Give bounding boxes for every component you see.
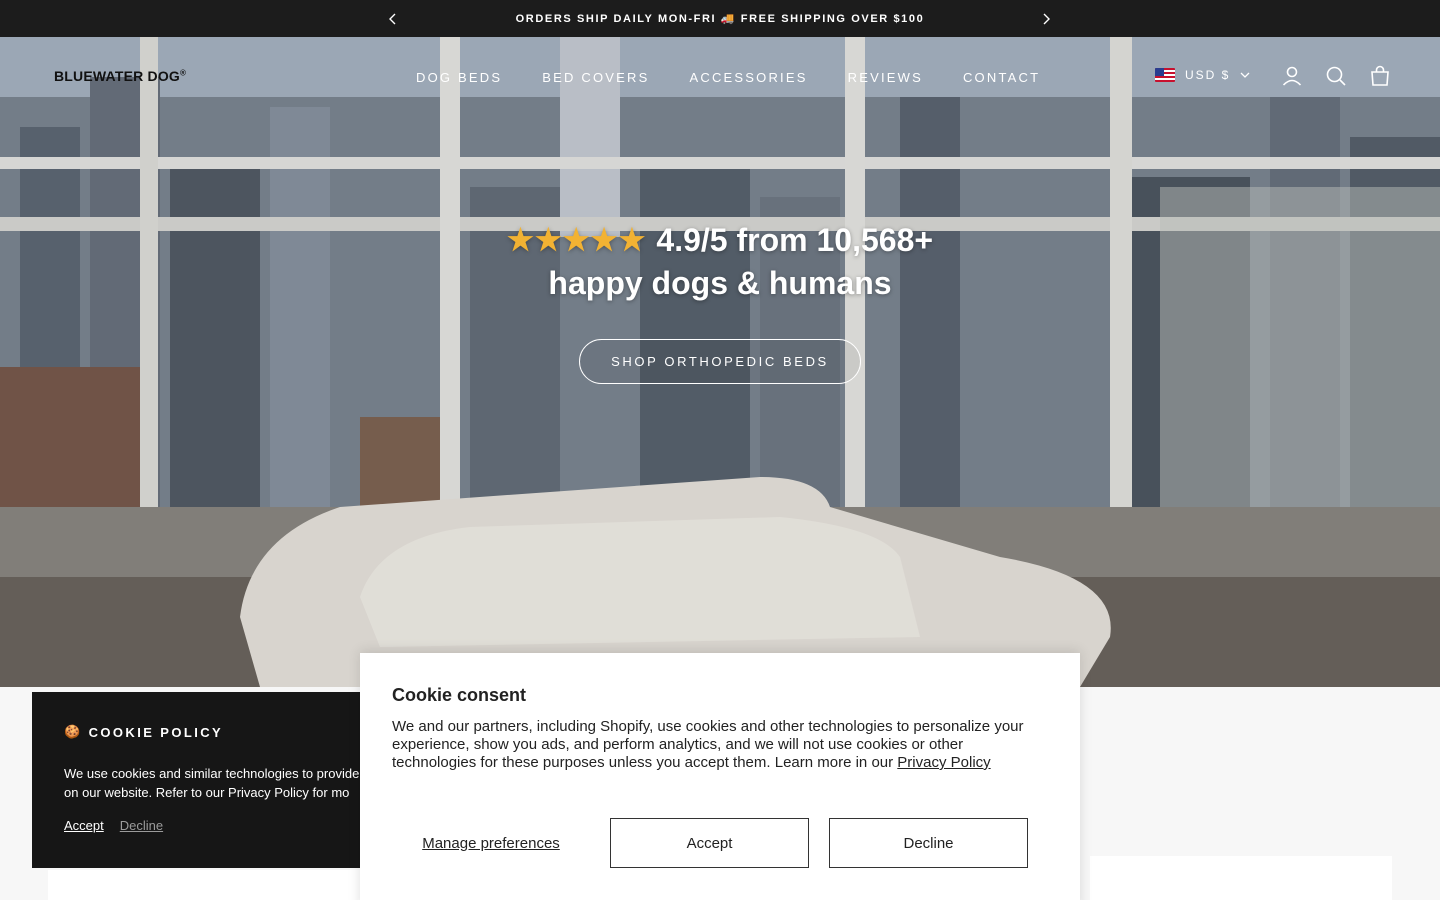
nav-accessories[interactable]: ACCESSORIES: [689, 70, 807, 85]
privacy-policy-link[interactable]: Privacy Policy: [897, 754, 990, 771]
logo-text: BLUEWATER DOG: [54, 68, 181, 84]
hero-rating-text: 4.9/5 from 10,568+: [656, 222, 934, 258]
main-navigation: DOG BEDS BED COVERS ACCESSORIES REVIEWS …: [416, 70, 1040, 85]
consent-text: We and our partners, including Shopify, …: [392, 718, 1042, 772]
decline-button[interactable]: Decline: [829, 818, 1028, 868]
hero-rating: ★★★★★ 4.9/5 from 10,568+: [0, 222, 1440, 259]
account-button[interactable]: [1280, 64, 1304, 88]
account-icon: [1282, 66, 1302, 86]
cookie-policy-decline-link[interactable]: Decline: [120, 818, 163, 833]
previous-announcement-button[interactable]: [383, 9, 403, 29]
chevron-right-icon: [1043, 13, 1050, 25]
logo-registered-mark: ®: [180, 68, 187, 78]
cookie-policy-text-line: We use cookies and similar technologies …: [64, 766, 360, 781]
five-star-icon: ★★★★★: [506, 224, 647, 257]
cookie-policy-accept-link[interactable]: Accept: [64, 818, 104, 833]
consent-title: Cookie consent: [392, 685, 527, 705]
content-card-right: [1090, 856, 1392, 900]
cart-button[interactable]: [1368, 64, 1392, 88]
cookie-policy-text-line: on our website. Refer to our Privacy Pol…: [64, 785, 350, 800]
next-announcement-button[interactable]: [1036, 9, 1056, 29]
cookie-policy-title-text: COOKIE POLICY: [88, 724, 224, 740]
content-card-left: [48, 870, 368, 900]
logo[interactable]: BLUEWATER DOG®: [54, 68, 186, 84]
manage-preferences-button[interactable]: Manage preferences: [392, 818, 590, 868]
currency-label: USD $: [1185, 68, 1231, 82]
chevron-left-icon: [389, 13, 396, 25]
hero-heading: ★★★★★ 4.9/5 from 10,568+ happy dogs & hu…: [0, 222, 1440, 302]
accept-button[interactable]: Accept: [610, 818, 809, 868]
chevron-down-icon: [1240, 72, 1250, 78]
consent-actions: Manage preferences Accept Decline: [392, 818, 1028, 868]
us-flag-icon: [1155, 68, 1175, 82]
cookie-consent-dialog: Cookie consent We and our partners, incl…: [360, 653, 1080, 900]
shop-orthopedic-beds-button[interactable]: SHOP ORTHOPEDIC BEDS: [579, 339, 861, 384]
nav-bed-covers[interactable]: BED COVERS: [542, 70, 649, 85]
nav-reviews[interactable]: REVIEWS: [848, 70, 923, 85]
announcement-bar: ORDERS SHIP DAILY MON-FRI 🚚 FREE SHIPPIN…: [0, 0, 1440, 37]
search-button[interactable]: [1324, 64, 1348, 88]
cart-icon: [1371, 65, 1389, 86]
hero-subtitle: happy dogs & humans: [548, 265, 892, 301]
currency-selector[interactable]: USD $: [1155, 68, 1250, 82]
announcement-text: ORDERS SHIP DAILY MON-FRI 🚚 FREE SHIPPIN…: [515, 13, 925, 25]
cookie-policy-text: We use cookies and similar technologies …: [64, 764, 384, 802]
cookie-icon: 🍪: [64, 724, 83, 739]
nav-contact[interactable]: CONTACT: [963, 70, 1040, 85]
search-icon: [1326, 66, 1346, 86]
nav-dog-beds[interactable]: DOG BEDS: [416, 70, 502, 85]
